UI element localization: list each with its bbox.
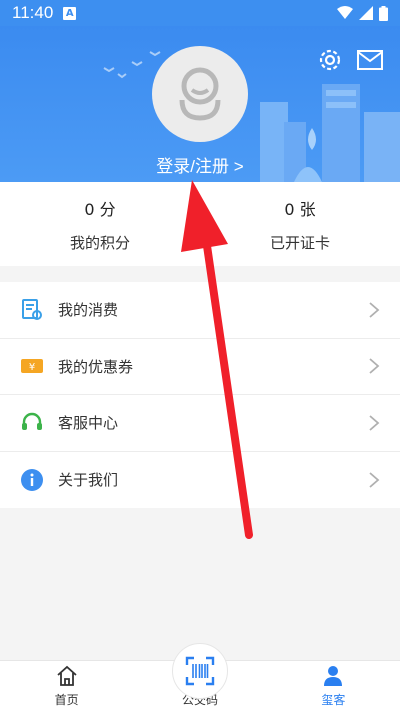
cards-value: 0 张 <box>284 199 316 219</box>
status-bar: 11:40 A <box>0 0 400 26</box>
cards-stat[interactable]: 0 张 已开证卡 <box>200 182 400 266</box>
menu-label: 关于我们 <box>58 471 119 490</box>
svg-text:¥: ¥ <box>29 362 35 373</box>
menu-item-customer-service[interactable]: 客服中心 <box>0 395 400 452</box>
nav-home-label: 首页 <box>54 693 79 707</box>
coupon-icon: ¥ <box>20 354 44 378</box>
battery-icon <box>379 5 388 21</box>
default-avatar-icon <box>179 67 221 121</box>
settings-gear-icon[interactable] <box>316 46 344 74</box>
chevron-right-icon <box>369 415 380 431</box>
scan-code-button[interactable] <box>172 643 228 699</box>
chevron-right-icon <box>369 472 380 488</box>
nav-profile[interactable]: 玺客 <box>267 661 400 712</box>
menu-item-consumption[interactable]: 我的消费 <box>0 282 400 339</box>
signal-icon <box>359 6 373 20</box>
points-value: 0 分 <box>84 199 116 219</box>
empty-content-area <box>0 508 400 660</box>
menu-label: 客服中心 <box>58 414 119 433</box>
menu-item-coupons[interactable]: ¥ 我的优惠券 <box>0 339 400 395</box>
login-register-label: 登录/注册 <box>156 157 230 176</box>
menu-list: 我的消费 ¥ 我的优惠券 客服中心 关于我们 <box>0 282 400 508</box>
notification-icon: A <box>63 6 77 20</box>
receipt-icon <box>20 298 44 322</box>
points-stat[interactable]: 0 分 我的积分 <box>0 182 200 266</box>
login-register-link[interactable]: 登录/注册 > <box>0 152 400 177</box>
chevron-right-icon <box>369 302 380 318</box>
points-label: 我的积分 <box>69 233 130 252</box>
status-icons <box>337 5 388 21</box>
cards-label: 已开证卡 <box>269 233 330 252</box>
scan-code-icon <box>185 656 215 686</box>
menu-label: 我的优惠券 <box>58 357 134 376</box>
headset-icon <box>20 411 44 435</box>
home-icon <box>57 665 77 686</box>
menu-item-about-us[interactable]: 关于我们 <box>0 452 400 509</box>
user-icon <box>324 666 343 686</box>
profile-header: 登录/注册 > <box>0 26 400 182</box>
stats-panel: 0 分 我的积分 0 张 已开证卡 <box>0 182 400 266</box>
wifi-icon <box>337 6 353 19</box>
status-time: 11:40 <box>12 3 54 22</box>
nav-home[interactable]: 首页 <box>0 661 133 712</box>
mail-icon[interactable] <box>356 48 384 72</box>
avatar[interactable] <box>152 46 248 142</box>
chevron-right-icon: > <box>233 157 244 176</box>
nav-profile-label: 玺客 <box>321 693 346 707</box>
menu-label: 我的消费 <box>58 301 119 320</box>
chevron-right-icon <box>369 358 380 374</box>
info-icon <box>20 468 44 492</box>
